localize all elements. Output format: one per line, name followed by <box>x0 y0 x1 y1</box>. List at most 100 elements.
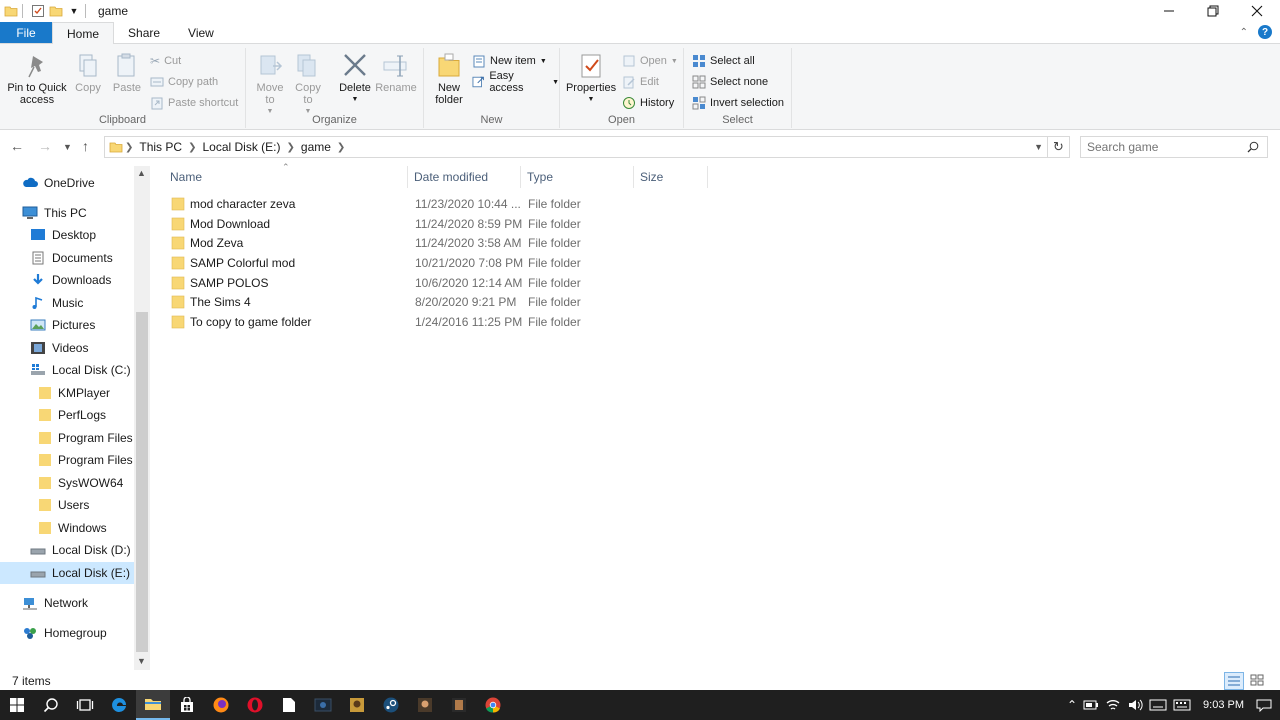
file-row[interactable]: Mod Download 11/24/2020 8:59 PM File fol… <box>166 214 706 234</box>
forward-arrow-icon[interactable]: → <box>38 138 52 154</box>
nav-item-local-disk-e[interactable]: Local Disk (E:) <box>0 562 134 584</box>
rename-button[interactable]: Rename <box>374 52 418 94</box>
nav-item-network[interactable]: Network <box>0 592 134 614</box>
address-dropdown-icon[interactable]: ▼ <box>1034 142 1043 152</box>
address-field[interactable]: ❯ This PC ❯ Local Disk (E:) ❯ game ❯ ▼ <box>104 136 1048 158</box>
crumb-separator[interactable]: ❯ <box>337 142 345 153</box>
collapse-ribbon-icon[interactable]: ⌃ <box>1240 27 1248 38</box>
battery-icon[interactable] <box>1083 699 1099 711</box>
nav-item-local-disk-d[interactable]: Local Disk (D:) <box>0 539 134 561</box>
close-button[interactable] <box>1235 0 1279 22</box>
nav-item-this-pc[interactable]: This PC <box>0 202 134 224</box>
new-folder-quick-icon[interactable] <box>49 4 63 18</box>
scroll-up-arrow-icon[interactable]: ▲ <box>137 168 146 178</box>
crumb-game[interactable]: game <box>301 140 331 154</box>
volume-icon[interactable] <box>1127 698 1143 712</box>
easy-access-button[interactable]: Easy access ▼ <box>472 70 559 94</box>
nav-item-documents[interactable]: Documents <box>0 247 134 269</box>
search-input[interactable] <box>1081 140 1241 154</box>
quick-access-dropdown-icon[interactable]: ▼ <box>67 4 81 18</box>
properties-check-icon[interactable] <box>31 4 45 18</box>
search-box[interactable] <box>1080 136 1268 158</box>
select-none-button[interactable]: Select none <box>692 73 768 91</box>
nav-item-windows[interactable]: Windows <box>0 517 134 539</box>
tab-file[interactable]: File <box>0 22 52 43</box>
touch-keyboard-icon[interactable] <box>1173 698 1191 712</box>
language-keyboard-icon[interactable] <box>1149 698 1167 712</box>
taskbar-game-app-2[interactable] <box>408 690 442 720</box>
nav-item-homegroup[interactable]: Homegroup <box>0 622 134 644</box>
search-taskbar-button[interactable] <box>34 690 68 720</box>
file-row[interactable]: The Sims 4 8/20/2020 9:21 PM File folder <box>166 292 706 312</box>
nav-scroll-thumb[interactable] <box>136 312 148 652</box>
nav-item-program-files[interactable]: Program Files <box>0 427 134 449</box>
refresh-button[interactable]: ↻ <box>1048 136 1070 158</box>
select-all-button[interactable]: Select all <box>692 52 755 70</box>
taskbar-game-app[interactable] <box>340 690 374 720</box>
file-row[interactable]: To copy to game folder 1/24/2016 11:25 P… <box>166 312 706 332</box>
edit-button[interactable]: Edit <box>622 73 659 91</box>
taskbar-edge[interactable] <box>102 690 136 720</box>
column-header-name[interactable]: Name <box>164 166 408 188</box>
column-header-type[interactable]: Type <box>521 166 634 188</box>
crumb-separator[interactable]: ❯ <box>125 142 133 153</box>
file-row[interactable]: mod character zeva 11/23/2020 10:44 ... … <box>166 194 706 214</box>
help-icon[interactable]: ? <box>1258 25 1272 39</box>
start-button[interactable] <box>0 690 34 720</box>
tab-share[interactable]: Share <box>114 22 174 43</box>
paste-button[interactable]: Paste <box>110 52 144 94</box>
new-folder-button[interactable]: New folder <box>428 52 470 106</box>
taskbar-file-explorer[interactable] <box>136 690 170 720</box>
column-header-date-modified[interactable]: Date modified <box>408 166 521 188</box>
crumb-separator[interactable]: ❯ <box>287 142 295 153</box>
scroll-down-arrow-icon[interactable]: ▼ <box>137 656 146 666</box>
taskbar-app-dark[interactable] <box>306 690 340 720</box>
search-icon[interactable] <box>1247 141 1259 153</box>
file-row[interactable]: Mod Zeva 11/24/2020 3:58 AM File folder <box>166 233 706 253</box>
nav-item-kmplayer[interactable]: KMPlayer <box>0 382 134 404</box>
taskbar-clock[interactable]: 9:03 PM <box>1203 699 1244 711</box>
nav-scrollbar[interactable]: ▲ ▼ <box>134 166 150 670</box>
up-arrow-icon[interactable]: ↑ <box>82 138 89 154</box>
taskbar-chrome[interactable] <box>476 690 510 720</box>
taskbar-document-app[interactable] <box>272 690 306 720</box>
nav-item-pictures[interactable]: Pictures <box>0 314 134 336</box>
move-to-button[interactable]: Move to ▼ <box>254 52 286 118</box>
invert-selection-button[interactable]: Invert selection <box>692 94 784 112</box>
copy-to-button[interactable]: Copy to ▼ <box>292 52 324 118</box>
taskbar-opera[interactable] <box>238 690 272 720</box>
nav-item-program-files-x86[interactable]: Program Files (x <box>0 449 134 471</box>
crumb-separator[interactable]: ❯ <box>188 142 196 153</box>
tab-view[interactable]: View <box>174 22 228 43</box>
column-header-size[interactable]: Size <box>634 166 708 188</box>
taskbar-steam[interactable] <box>374 690 408 720</box>
nav-item-users[interactable]: Users <box>0 494 134 516</box>
properties-button[interactable]: Properties ▼ <box>566 52 616 106</box>
notifications-icon[interactable] <box>1256 698 1272 712</box>
delete-button[interactable]: Delete ▼ <box>338 52 372 106</box>
back-arrow-icon[interactable]: ← <box>10 138 24 154</box>
task-view-button[interactable] <box>68 690 102 720</box>
nav-item-onedrive[interactable]: OneDrive <box>0 172 134 194</box>
details-view-icon[interactable] <box>1224 672 1244 690</box>
pin-quick-access-button[interactable]: Pin to Quick access <box>4 52 70 106</box>
nav-item-syswow64[interactable]: SysWOW64 <box>0 472 134 494</box>
nav-item-desktop[interactable]: Desktop <box>0 224 134 246</box>
restore-button[interactable] <box>1191 0 1235 22</box>
nav-item-local-disk-c[interactable]: Local Disk (C:) <box>0 359 134 381</box>
history-button[interactable]: History <box>622 94 674 112</box>
show-hidden-icons-icon[interactable]: ⌃ <box>1067 698 1077 712</box>
nav-item-music[interactable]: Music <box>0 292 134 314</box>
crumb-this-pc[interactable]: This PC <box>139 140 182 154</box>
nav-item-downloads[interactable]: Downloads <box>0 269 134 291</box>
copy-path-button[interactable]: Copy path <box>150 73 218 91</box>
open-button[interactable]: Open ▼ <box>622 52 678 70</box>
taskbar-firefox[interactable] <box>204 690 238 720</box>
large-icons-view-icon[interactable] <box>1248 672 1266 690</box>
copy-button[interactable]: Copy <box>72 52 104 94</box>
crumb-local-disk-e[interactable]: Local Disk (E:) <box>202 140 280 154</box>
taskbar-game-app-3[interactable] <box>442 690 476 720</box>
taskbar-store[interactable] <box>170 690 204 720</box>
nav-item-perflogs[interactable]: PerfLogs <box>0 404 134 426</box>
new-item-button[interactable]: New item ▼ <box>472 52 547 70</box>
